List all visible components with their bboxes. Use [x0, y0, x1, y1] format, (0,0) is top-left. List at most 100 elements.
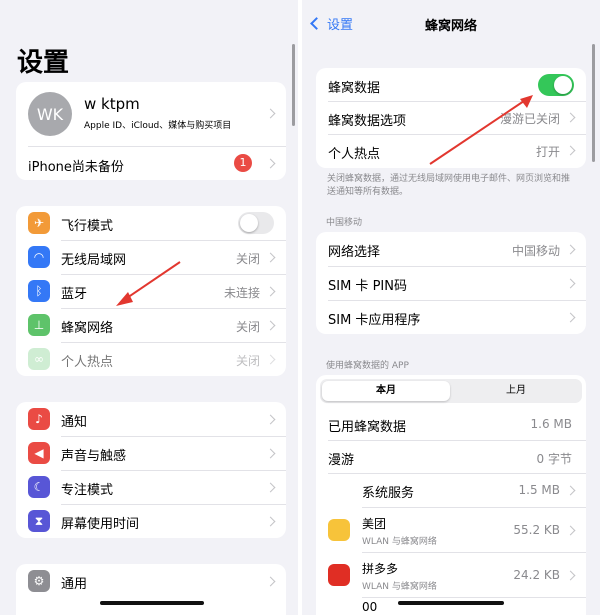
- settings-row[interactable]: ⧗ 屏幕使用时间: [16, 504, 286, 538]
- settings-row[interactable]: ᛒ 蓝牙 未连接: [16, 274, 286, 308]
- row-value: 中国移动: [511, 243, 560, 258]
- toggle-knob: [240, 214, 258, 232]
- row-label: 飞行模式: [61, 219, 114, 234]
- home-indicator: [398, 601, 504, 605]
- app-usage-row[interactable]: 美团 WLAN 与蜂窝网络 55.2 KB: [316, 508, 586, 552]
- row-label: SIM 卡 PIN码: [328, 279, 407, 294]
- toggle-knob: [554, 75, 572, 94]
- settings-row[interactable]: ∞ 个人热点 关闭: [16, 342, 286, 376]
- settings-panel: 设置 WK w ktpm Apple ID、iCloud、媒体与购买项目 iPh…: [0, 0, 298, 615]
- chevron-right-icon: [565, 570, 576, 581]
- settings-row[interactable]: ◠ 无线局域网 关闭: [16, 240, 286, 274]
- chevron-right-icon: [265, 158, 276, 169]
- scrollbar[interactable]: [292, 44, 295, 126]
- row-label: 网络选择: [328, 245, 381, 260]
- row-label: SIM 卡应用程序: [328, 313, 421, 328]
- row-label: 专注模式: [61, 483, 114, 498]
- segment-last-month[interactable]: 上月: [452, 381, 580, 401]
- chevron-right-icon: [565, 145, 576, 156]
- row-value: 关闭: [235, 319, 260, 334]
- usage-stat-row: 漫游 0 字节: [316, 441, 586, 473]
- settings-row[interactable]: 蜂窝数据: [316, 68, 586, 101]
- chevron-right-icon: [565, 525, 576, 536]
- apple-id-row[interactable]: WK w ktpm Apple ID、iCloud、媒体与购买项目: [16, 82, 286, 146]
- row-label: 声音与触感: [61, 449, 127, 464]
- row-value: 关闭: [235, 251, 260, 266]
- settings-row[interactable]: ⚙ 通用: [16, 564, 286, 598]
- connectivity-group: ✈ 飞行模式 ◠ 无线局域网 关闭 ᛒ 蓝牙 未连接 ⊥ 蜂窝网络 关闭 ∞ 个人热点 关闭: [16, 206, 286, 376]
- airplane-mode-row[interactable]: ✈ 飞行模式: [16, 206, 286, 240]
- app-icon: [328, 519, 350, 541]
- app-usage-group: 本月 上月已用蜂窝数据 1.6 MB 漫游 0 字节系统服务 1.5 MB 美团 WLAN 与…: [316, 375, 586, 615]
- row-value: 0 字节: [536, 452, 572, 466]
- airplane-mode-toggle[interactable]: [238, 212, 274, 234]
- row-label: 通知: [61, 415, 88, 430]
- chevron-right-icon: [265, 108, 276, 119]
- usage-stat-row: 已用蜂窝数据 1.6 MB: [316, 408, 586, 440]
- moon-icon: ☾: [28, 476, 50, 498]
- bluetooth-icon: ᛒ: [28, 280, 50, 302]
- row-value: 未连接: [223, 285, 260, 300]
- app-name: 美团: [362, 517, 387, 531]
- page-title: 设置: [17, 48, 70, 78]
- cellular-footnote: 关闭蜂窝数据，通过无线局域网使用电子邮件、网页浏览和推送通知等所有数据。: [327, 174, 571, 197]
- app-name: 00: [362, 600, 378, 614]
- profile-subtitle: Apple ID、iCloud、媒体与购买项目: [84, 121, 232, 131]
- row-label: 系统服务: [362, 486, 415, 501]
- row-label: 已用蜂窝数据: [328, 420, 407, 435]
- chevron-right-icon: [265, 576, 276, 586]
- app-subtitle: WLAN 与蜂窝网络: [362, 537, 437, 547]
- chevron-right-icon: [565, 312, 576, 322]
- settings-row[interactable]: 网络选择 中国移动: [316, 232, 586, 266]
- settings-row[interactable]: SIM 卡 PIN码: [316, 266, 586, 300]
- carrier-group: 网络选择 中国移动 SIM 卡 PIN码 SIM 卡应用程序: [316, 232, 586, 334]
- carrier-header: 中国移动: [326, 218, 363, 228]
- row-value: 55.2 KB: [513, 523, 560, 537]
- settings-row[interactable]: ◀ 声音与触感: [16, 436, 286, 470]
- app-name: 拼多多: [362, 562, 399, 576]
- row-label: 蜂窝数据: [328, 80, 381, 96]
- cellular-panel: 设置 蜂窝网络 蜂窝数据 蜂窝数据选项 漫游已关闭 个人热点 打开 关闭蜂窝数据，通过无…: [302, 0, 600, 615]
- row-value: 1.5 MB: [518, 483, 560, 497]
- row-label: 个人热点: [328, 146, 381, 162]
- apps-header: 使用蜂窝数据的 APP: [326, 361, 409, 371]
- segmented-control: 本月 上月: [320, 379, 582, 403]
- avatar[interactable]: WK: [28, 92, 72, 136]
- chevron-right-icon: [265, 448, 276, 458]
- row-value: 关闭: [235, 353, 260, 368]
- row-label: 屏幕使用时间: [61, 517, 140, 532]
- chevron-right-icon: [565, 112, 576, 123]
- chevron-right-icon: [565, 244, 576, 254]
- settings-row[interactable]: ☾ 专注模式: [16, 470, 286, 504]
- settings-row[interactable]: ⊥ 蜂窝网络 关闭: [16, 308, 286, 342]
- row-value: 漫游已关闭: [499, 112, 560, 126]
- hourglass-icon: ⧗: [28, 510, 50, 532]
- profile-card: WK w ktpm Apple ID、iCloud、媒体与购买项目 iPhone…: [16, 82, 286, 180]
- row-label: 蜂窝数据选项: [328, 113, 407, 129]
- row-label: 个人热点: [61, 355, 114, 370]
- chevron-right-icon: [565, 485, 576, 496]
- row-value: 24.2 KB: [513, 568, 560, 582]
- backup-row[interactable]: iPhone尚未备份 1: [16, 147, 286, 180]
- app-icon: [328, 564, 350, 586]
- system-services-row[interactable]: 系统服务 1.5 MB: [316, 474, 586, 507]
- row-value: 打开: [535, 145, 560, 159]
- row-value: 1.6 MB: [530, 417, 572, 431]
- cellular-data-group: 蜂窝数据蜂窝数据选项 漫游已关闭个人热点 打开: [316, 68, 586, 168]
- app-usage-row[interactable]: 拼多多 WLAN 与蜂窝网络 24.2 KB: [316, 553, 586, 597]
- app-subtitle: WLAN 与蜂窝网络: [362, 582, 437, 592]
- row-label: 蜂窝网络: [61, 321, 114, 336]
- row-label: 蓝牙: [61, 287, 88, 302]
- scrollbar[interactable]: [592, 44, 595, 162]
- settings-row[interactable]: ♪ 通知: [16, 402, 286, 436]
- gear-icon: ⚙: [28, 570, 50, 592]
- settings-row[interactable]: SIM 卡应用程序: [316, 300, 586, 334]
- general-group: ⚙ 通用: [16, 564, 286, 615]
- row-label: 漫游: [328, 453, 355, 468]
- segment-this-month[interactable]: 本月: [322, 381, 450, 401]
- row-label: 通用: [61, 577, 88, 592]
- cellular-data-toggle[interactable]: [538, 73, 574, 96]
- settings-row[interactable]: 蜂窝数据选项 漫游已关闭: [316, 101, 586, 134]
- hotspot-link-icon: ∞: [28, 348, 50, 370]
- settings-row[interactable]: 个人热点 打开: [316, 134, 586, 167]
